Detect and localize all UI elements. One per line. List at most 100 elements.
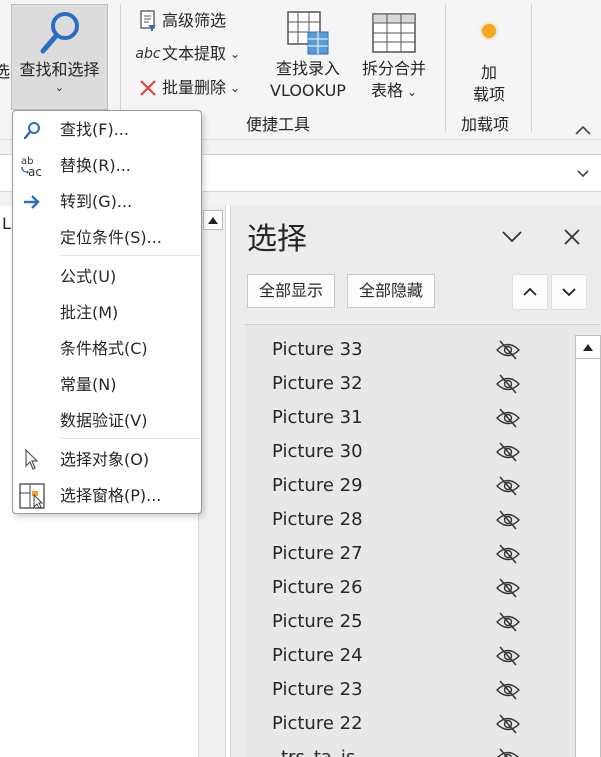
bring-forward-button[interactable]	[512, 274, 548, 310]
menu-item[interactable]: ab ac 替换(R)...	[13, 149, 201, 183]
menu-item[interactable]: 选择窗格(P)...	[13, 479, 201, 513]
show-all-button[interactable]: 全部显示	[247, 274, 336, 308]
split-table-icon	[372, 13, 416, 53]
batch-delete-label: 批量删除	[162, 78, 227, 97]
list-item-name: Picture 25	[272, 611, 363, 632]
advanced-filter-button[interactable]: 高级筛选	[136, 8, 226, 34]
list-item-name: _trs_ta_is	[272, 745, 355, 757]
eye-hidden-icon[interactable]	[495, 644, 521, 668]
list-item[interactable]: Picture 26	[245, 571, 555, 605]
chevron-up-icon	[523, 287, 537, 296]
chevron-down-icon: ⌄	[230, 81, 241, 95]
eye-hidden-icon[interactable]	[495, 474, 521, 498]
eye-hidden-icon[interactable]	[495, 610, 521, 634]
ribbon-cut-label: 选	[0, 62, 11, 81]
list-scroll-up-button[interactable]	[577, 337, 599, 359]
split-merge-line2: 表格	[370, 81, 403, 100]
list-item[interactable]: Picture 31	[245, 401, 555, 435]
menu-item-label: 选择窗格(P)...	[60, 486, 162, 505]
menu-item[interactable]: 查找(F)...	[13, 113, 201, 147]
find-entry-vlookup-button[interactable]: 查找录入 VLOOKUP	[264, 4, 352, 102]
split-merge-line2-wrap: 表格 ⌄	[356, 80, 432, 103]
list-item[interactable]: Picture 25	[245, 605, 555, 639]
filter-doc-icon	[136, 10, 160, 32]
list-item[interactable]: Picture 33	[245, 333, 555, 367]
hide-all-button[interactable]: 全部隐藏	[347, 274, 436, 308]
list-vertical-scrollbar[interactable]	[575, 335, 601, 757]
list-item[interactable]: Picture 22	[245, 707, 555, 741]
eye-hidden-icon[interactable]	[495, 508, 521, 532]
split-merge-line1: 拆分合并	[361, 59, 426, 78]
triangle-up-icon	[208, 216, 218, 224]
eye-hidden-icon[interactable]	[495, 440, 521, 464]
scroll-up-button[interactable]	[203, 210, 223, 230]
sheet-vertical-scrollbar[interactable]	[198, 206, 226, 757]
arrow-right-icon	[19, 190, 45, 214]
menu-separator	[60, 255, 200, 256]
eye-hidden-icon[interactable]	[495, 712, 521, 736]
text-extract-button[interactable]: abc 文本提取 ⌄	[135, 41, 240, 67]
selection-pane-icon	[19, 483, 45, 509]
table-lookup-icon	[287, 11, 329, 55]
collapse-ribbon-icon[interactable]	[574, 124, 592, 136]
menu-item-label: 批注(M)	[60, 303, 119, 322]
column-header-cut: L	[2, 214, 11, 233]
list-item[interactable]: Picture 30	[245, 435, 555, 469]
list-item-name: Picture 28	[272, 509, 363, 530]
menu-item[interactable]: 条件格式(C)	[13, 332, 201, 366]
eye-hidden-icon[interactable]	[495, 542, 521, 566]
eye-hidden-icon[interactable]	[495, 678, 521, 702]
list-item-name: Picture 24	[272, 645, 363, 666]
menu-item-label: 转到(G)...	[60, 192, 133, 211]
menu-item[interactable]: 常量(N)	[13, 368, 201, 402]
list-item[interactable]: Picture 24	[245, 639, 555, 673]
menu-item-label: 常量(N)	[60, 375, 117, 394]
list-item-name: Picture 33	[272, 339, 363, 360]
find-select-menu: 查找(F)... ab ac 替换(R)... 转到(G)... 定位条件(S)... 公式…	[12, 110, 202, 514]
menu-item-label: 条件格式(C)	[60, 339, 148, 358]
menu-item[interactable]: 选择对象(O)	[13, 443, 201, 477]
addin-button[interactable]: 加 载项	[462, 4, 516, 106]
pane-options-chevron-icon[interactable]	[501, 230, 523, 244]
menu-item[interactable]: 定位条件(S)...	[13, 221, 201, 255]
batch-delete-button[interactable]: 批量删除 ⌄	[136, 75, 240, 101]
group-label-addins: 加载项	[461, 115, 510, 134]
menu-item[interactable]: 转到(G)...	[13, 185, 201, 219]
find-entry-line1: 查找录入	[275, 59, 340, 78]
menu-item-label: 数据验证(V)	[60, 411, 148, 430]
close-icon[interactable]	[563, 228, 581, 246]
eye-hidden-icon[interactable]	[495, 746, 521, 757]
menu-item[interactable]: 数据验证(V)	[13, 404, 201, 438]
list-item-name: Picture 23	[272, 679, 363, 700]
expand-formula-bar-icon[interactable]	[576, 169, 590, 179]
menu-item[interactable]: 批注(M)	[13, 296, 201, 330]
eye-hidden-icon[interactable]	[495, 338, 521, 362]
eye-hidden-icon[interactable]	[495, 576, 521, 600]
object-list: Picture 33 Picture 32 Picture 31 Picture 30…	[245, 324, 601, 757]
triangle-up-icon	[583, 344, 593, 351]
list-item[interactable]: Picture 28	[245, 503, 555, 537]
search-icon	[19, 118, 45, 142]
find-select-button[interactable]: 查找和选择 ⌄	[11, 4, 108, 110]
list-item[interactable]: Picture 32	[245, 367, 555, 401]
eye-hidden-icon[interactable]	[495, 406, 521, 430]
eye-hidden-icon[interactable]	[495, 372, 521, 396]
svg-text:ac: ac	[28, 165, 42, 178]
list-item[interactable]: Picture 23	[245, 673, 555, 707]
delete-x-icon	[136, 79, 160, 97]
ribbon-separator	[445, 4, 446, 132]
pane-title: 选择	[247, 222, 307, 257]
chevron-down-icon	[562, 288, 576, 297]
list-item[interactable]: Picture 27	[245, 537, 555, 571]
list-item-name: Picture 26	[272, 577, 363, 598]
menu-item-label: 定位条件(S)...	[60, 228, 162, 247]
menu-item-label: 查找(F)...	[60, 120, 129, 139]
list-item[interactable]: Picture 29	[245, 469, 555, 503]
list-item[interactable]: _trs_ta_is	[245, 741, 555, 757]
text-extract-label: 文本提取	[162, 44, 227, 63]
send-backward-button[interactable]	[551, 274, 587, 310]
addin-dot-icon	[482, 24, 496, 38]
addin-line1: 加	[480, 63, 497, 82]
split-merge-table-button[interactable]: 拆分合并 表格 ⌄	[356, 4, 432, 103]
menu-item[interactable]: 公式(U)	[13, 260, 201, 294]
